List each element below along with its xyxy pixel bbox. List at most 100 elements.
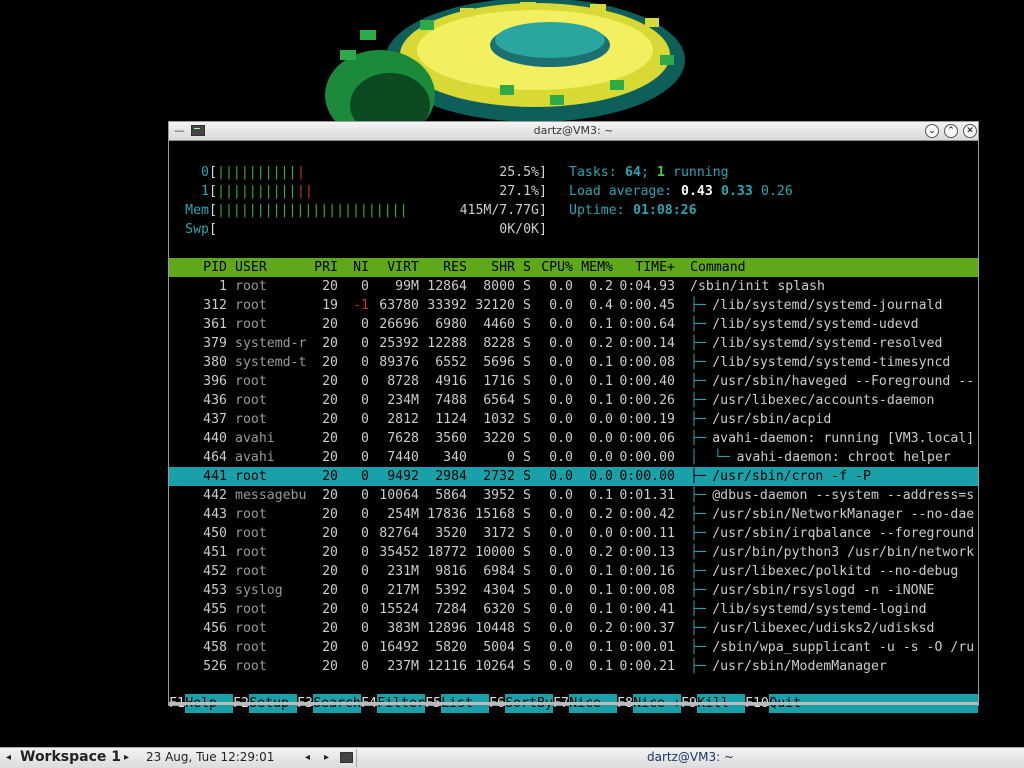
cell-res: 6980 (435, 317, 467, 332)
table-row[interactable]: 442 messagebu 20 0 10064 5864 3952 S 0.0 0.1 0:01.… (169, 486, 978, 505)
table-row[interactable]: 379 systemd-r 20 0 25392 12288 8228 S 0.0 0.2 0:00… (169, 334, 978, 353)
window-titlebar[interactable]: — dartz@VM3: ~ ⌄ ⌃ ✕ (169, 122, 978, 141)
taskbar-window-button[interactable]: dartz@VM3: ~ (356, 749, 1024, 767)
cell-mem: 0.1 (589, 488, 613, 503)
cell-mem: 0.1 (589, 564, 613, 579)
table-row[interactable]: 451 root 20 0 35452 18772 10000 S 0.0 0.2 0:00.13 ├… (169, 543, 978, 562)
workspace-prev-arrow[interactable]: ◂ (6, 752, 11, 763)
table-row[interactable]: 437 root 20 0 2812 1124 1032 S 0.0 0.0 0:00.19 ├─ /u… (169, 410, 978, 429)
col-shr[interactable]: SHR (467, 258, 515, 277)
col-ni[interactable]: NI (342, 258, 369, 277)
table-row[interactable]: 450 root 20 0 82764 3520 3172 S 0.0 0.0 0:00.11 ├─ /… (169, 524, 978, 543)
cell-mem: 0.1 (589, 659, 613, 674)
cell-shr: 6320 (483, 602, 515, 617)
col-cpu[interactable]: CPU% (533, 258, 573, 277)
cell-ni: 0 (361, 659, 369, 674)
cell-command: /usr/libexec/accounts-daemon (712, 393, 935, 408)
cell-mem: 0.2 (589, 279, 613, 294)
table-row[interactable]: 456 root 20 0 383M 12896 10448 S 0.0 0.2 0:00.37 ├─… (169, 619, 978, 638)
table-row[interactable]: 453 syslog 20 0 217M 5392 4304 S 0.0 0.1 0:00.08 ├─… (169, 581, 978, 600)
table-row[interactable]: 436 root 20 0 234M 7488 6564 S 0.0 0.1 0:00.26 ├─ /u… (169, 391, 978, 410)
table-row[interactable]: 396 root 20 0 8728 4916 1716 S 0.0 0.1 0:00.40 ├─ /u… (169, 372, 978, 391)
cell-virt: 63780 (379, 298, 419, 313)
terminal-window[interactable]: — dartz@VM3: ~ ⌄ ⌃ ✕ 0[|||||||||| | 25.5%]… (168, 121, 979, 713)
cell-command: /usr/sbin/acpid (712, 412, 832, 427)
table-row[interactable]: 458 root 20 0 16492 5820 5004 S 0.0 0.1 0:00.01 ├─ /… (169, 638, 978, 657)
cell-tree: ├─ (690, 621, 706, 636)
cell-command: /lib/systemd/systemd-journald (712, 298, 943, 313)
table-row[interactable]: 452 root 20 0 231M 9816 6984 S 0.0 0.1 0:00.16 ├─ /u… (169, 562, 978, 581)
close-button[interactable]: ✕ (963, 124, 977, 138)
cell-virt: 2812 (387, 412, 419, 427)
cell-pri: 20 (322, 602, 338, 617)
htop-screen[interactable]: 0[|||||||||| | 25.5%] 1[|||||||||| || 27.1%]… (169, 142, 978, 713)
col-state[interactable]: S (523, 258, 531, 277)
table-row[interactable]: 312 root 19 -1 63780 33392 32120 S 0.0 0.4 0:00.45… (169, 296, 978, 315)
col-pri[interactable]: PRI (311, 258, 338, 277)
cell-mem: 0.1 (589, 602, 613, 617)
cell-tree: ├─ (690, 317, 706, 332)
cell-pri: 20 (322, 431, 338, 446)
cell-res: 7284 (435, 602, 467, 617)
cell-virt: 35452 (379, 545, 419, 560)
workspace-label[interactable]: Workspace 1 (20, 749, 121, 765)
cell-pid: 452 (203, 564, 227, 579)
cell-res: 17836 (427, 507, 467, 522)
cell-command: /usr/libexec/polkitd --no-debug (712, 564, 959, 579)
cell-ni: 0 (361, 279, 369, 294)
table-row[interactable]: 526 root 20 0 237M 12116 10264 S 0.0 0.1 0:00.21 ├─… (169, 657, 978, 676)
cell-user: root (235, 412, 267, 427)
cell-user: root (235, 640, 267, 655)
cell-pid: 1 (219, 279, 227, 294)
desktop-gears-art (325, 0, 685, 130)
process-table-header[interactable]: PID USER PRI NI VIRT RES SHR S CPU% MEM%… (169, 258, 978, 277)
table-row[interactable]: 361 root 20 0 26696 6980 4460 S 0.0 0.1 0:00.64 ├─ /… (169, 315, 978, 334)
col-time[interactable]: TIME+ (613, 258, 675, 277)
cell-tree: ├─ (690, 545, 706, 560)
table-row[interactable]: 1 root 20 0 99M 12864 8000 S 0.0 0.2 0:04.93/sbin/… (169, 277, 978, 296)
minimize-button[interactable]: ⌄ (925, 124, 939, 138)
col-mem[interactable]: MEM% (573, 258, 613, 277)
maximize-button[interactable]: ⌃ (944, 124, 958, 138)
cell-state: S (523, 564, 531, 579)
cell-ni: 0 (361, 621, 369, 636)
cell-shr: 10448 (475, 621, 515, 636)
cell-command: /usr/sbin/cron -f -P (712, 469, 871, 484)
cell-res: 12288 (427, 336, 467, 351)
cell-user: root (235, 374, 267, 389)
cell-time: 0:00.06 (619, 431, 675, 446)
cell-shr: 8228 (483, 336, 515, 351)
cell-pri: 20 (322, 355, 338, 370)
cell-command: /usr/sbin/haveged --Foreground -- (712, 374, 975, 389)
cell-cpu: 0.0 (549, 469, 573, 484)
cell-virt: 89376 (379, 355, 419, 370)
cell-cpu: 0.0 (549, 526, 573, 541)
table-row[interactable]: 441 root 20 0 9492 2984 2732 S 0.0 0.0 0:00.00 ├─ /u… (169, 467, 978, 486)
cell-ni: 0 (361, 355, 369, 370)
cell-shr: 3172 (483, 526, 515, 541)
task-prev-arrow[interactable]: ◂ (305, 752, 310, 763)
workspace-next-arrow[interactable]: ▸ (124, 752, 129, 763)
cell-ni: 0 (361, 431, 369, 446)
task-next-arrow[interactable]: ▸ (324, 752, 329, 763)
col-pid[interactable]: PID (169, 258, 227, 277)
cell-cpu: 0.0 (549, 336, 573, 351)
cell-command: @dbus-daemon --system --address=s (712, 488, 975, 503)
cell-shr: 10264 (475, 659, 515, 674)
cell-state: S (523, 279, 531, 294)
col-user[interactable]: USER (235, 258, 267, 277)
table-row[interactable]: 440 avahi 20 0 7628 3560 3220 S 0.0 0.0 0:00.06 ├─ a… (169, 429, 978, 448)
cell-res: 12116 (427, 659, 467, 674)
cell-tree: ├─ (690, 602, 706, 617)
table-row[interactable]: 464 avahi 20 0 7440 340 0 S 0.0 0.0 0:00.00 │ └─ ava… (169, 448, 978, 467)
col-res[interactable]: RES (419, 258, 467, 277)
cell-ni: 0 (361, 469, 369, 484)
cell-time: 0:00.37 (619, 621, 675, 636)
col-command[interactable]: Command (690, 258, 746, 277)
cell-command: /usr/sbin/NetworkManager --no-dae (712, 507, 975, 522)
table-row[interactable]: 380 systemd-t 20 0 89376 6552 5696 S 0.0 0.1 0:00.… (169, 353, 978, 372)
cell-pri: 20 (322, 659, 338, 674)
table-row[interactable]: 455 root 20 0 15524 7284 6320 S 0.0 0.1 0:00.41 ├─ /… (169, 600, 978, 619)
col-virt[interactable]: VIRT (369, 258, 419, 277)
table-row[interactable]: 443 root 20 0 254M 17836 15168 S 0.0 0.2 0:00.42 ├─… (169, 505, 978, 524)
